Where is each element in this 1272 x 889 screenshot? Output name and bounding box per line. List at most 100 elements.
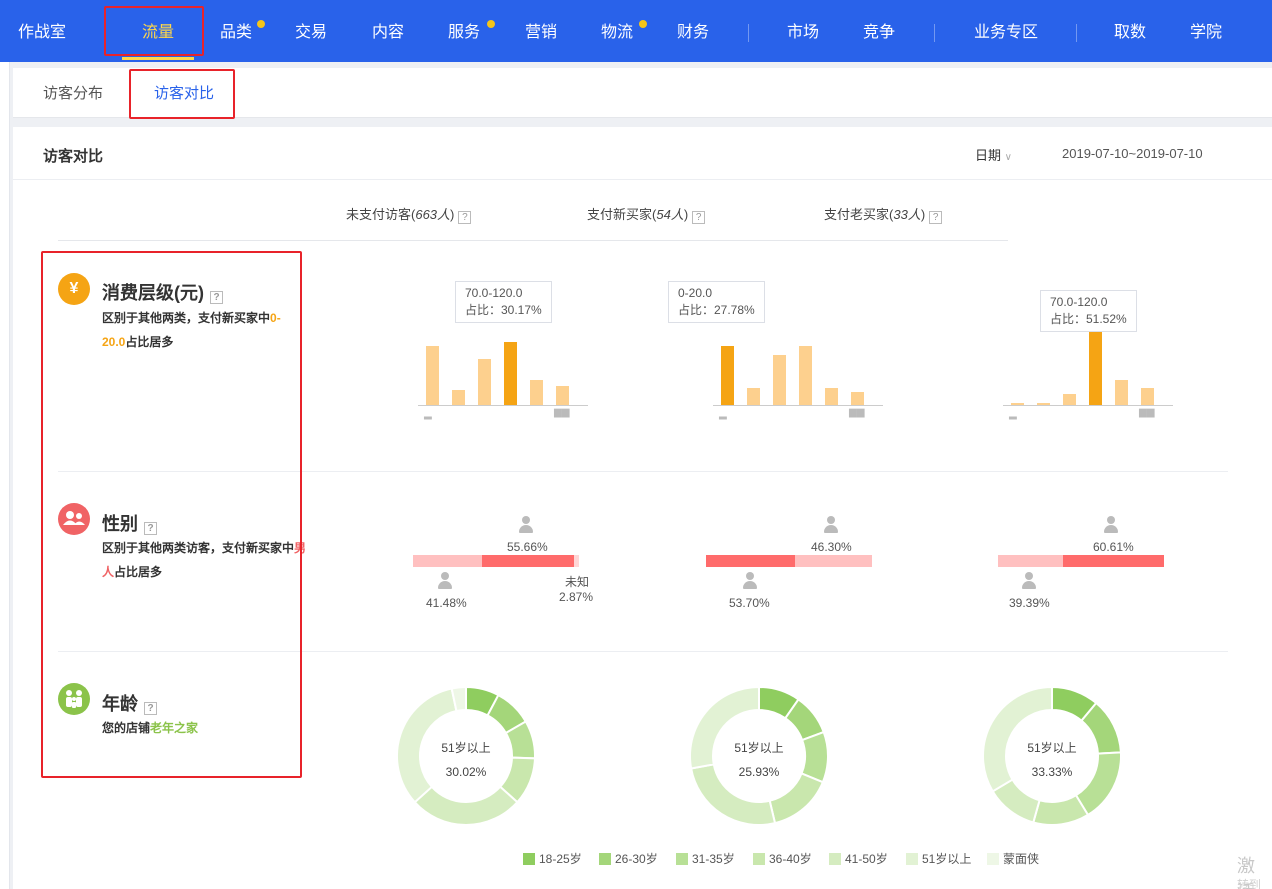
nav-item-traffic[interactable]: 流量: [128, 0, 188, 62]
legend-item[interactable]: 36-40岁: [753, 852, 812, 866]
section-desc-age: 您的店铺老年之家: [102, 716, 302, 740]
spend-bar[interactable]: [504, 342, 517, 405]
date-range: 2019-07-10~2019-07-10: [1062, 146, 1203, 161]
tooltip-range: 70.0-120.0: [465, 286, 523, 300]
spend-bar[interactable]: [478, 359, 491, 405]
spend-bar[interactable]: [1115, 380, 1128, 405]
watermark-text: 转到: [1237, 878, 1262, 889]
left-sidebar-rail: [0, 62, 10, 889]
nav-item-logistics[interactable]: 物流: [599, 0, 635, 62]
legend-item[interactable]: 41-50岁: [829, 852, 888, 866]
spend-bar[interactable]: [530, 380, 543, 405]
desc-text: 占比居多: [125, 335, 174, 349]
spend-bar[interactable]: [799, 346, 812, 405]
gender-bar-female[interactable]: [998, 555, 1064, 567]
legend-swatch: [829, 853, 841, 865]
gender-bar-male[interactable]: [1063, 555, 1164, 567]
nav-item-service[interactable]: 服务: [446, 0, 482, 62]
spend-bar[interactable]: [851, 392, 864, 405]
nav-item-content[interactable]: 内容: [370, 0, 406, 62]
family-icon: [58, 683, 90, 715]
legend-label: 41-50岁: [845, 852, 888, 866]
person-head: [746, 572, 754, 580]
spend-bar[interactable]: [825, 388, 838, 405]
person-head: [1025, 572, 1033, 580]
spend-bar[interactable]: [773, 355, 786, 405]
column-new-buyers: 支付新买家(54人)?: [587, 204, 706, 224]
spend-bar[interactable]: [426, 346, 439, 405]
nav-item-academy[interactable]: 学院: [1188, 0, 1224, 62]
section-title-text: 消费层级(元): [102, 283, 204, 303]
gender-bar-female[interactable]: [413, 555, 482, 567]
tab-visitor-compare[interactable]: 访客对比: [154, 68, 214, 118]
nav-separator: [934, 24, 935, 42]
section-desc-gender: 区别于其他两类访客，支付新买家中男人占比居多: [102, 536, 307, 584]
column-unpaid-visitors: 未支付访客(663人)?: [346, 204, 472, 224]
legend-item[interactable]: 18-25岁: [523, 852, 582, 866]
spend-bar[interactable]: [1037, 403, 1050, 405]
donut-center-category: 51岁以上: [1027, 741, 1077, 755]
desc-text: 您的店铺: [102, 721, 151, 735]
column-label: 支付老买家(: [824, 207, 894, 222]
gender-female-percent: 53.70%: [729, 596, 770, 610]
chevron-down-icon: ∨: [1004, 152, 1012, 163]
gender-unknown-label: 未知: [565, 575, 590, 589]
help-icon[interactable]: ?: [929, 211, 943, 224]
nav-item-category[interactable]: 品类: [218, 0, 254, 62]
person-icon: [742, 572, 758, 590]
help-icon[interactable]: ?: [458, 211, 472, 224]
nav-item-marketing[interactable]: 营销: [523, 0, 559, 62]
age-donut-slice[interactable]: [413, 785, 519, 826]
spend-bar[interactable]: [556, 386, 569, 405]
spend-bar[interactable]: [1141, 388, 1154, 405]
legend-label: 26-30岁: [615, 852, 658, 866]
legend-item[interactable]: 51岁以上: [906, 852, 971, 866]
legend-item[interactable]: 蒙面侠: [987, 852, 1039, 866]
column-old-buyers: 支付老买家(33人)?: [824, 204, 943, 224]
legend-item[interactable]: 26-30岁: [599, 852, 658, 866]
nav-item-war-room[interactable]: 作战室: [17, 0, 67, 62]
gender-bar-female[interactable]: [706, 555, 796, 567]
nav-item-trade[interactable]: 交易: [293, 0, 329, 62]
divider: [58, 240, 1008, 241]
nav-item-finance[interactable]: 财务: [675, 0, 711, 62]
column-label: 支付新买家(: [587, 207, 657, 222]
gender-bar-male[interactable]: [481, 555, 575, 567]
section-title-text: 年龄: [102, 694, 138, 714]
column-count: 54人: [656, 207, 684, 222]
gender-bar-unknown[interactable]: [574, 555, 579, 567]
tab-visitor-distribution[interactable]: 访客分布: [43, 68, 103, 118]
coin-icon: ▂: [1009, 409, 1017, 420]
legend-swatch: [753, 853, 765, 865]
spend-bar[interactable]: [721, 346, 734, 405]
tooltip-range: 0-20.0: [678, 286, 713, 300]
legend-swatch: [906, 853, 918, 865]
spend-bar[interactable]: [1063, 394, 1076, 405]
help-icon[interactable]: ?: [144, 522, 157, 535]
donut-center-value: 25.93%: [738, 765, 780, 779]
person-head: [522, 516, 530, 524]
new-badge-dot: [257, 20, 265, 28]
age-donut-slice[interactable]: [1032, 793, 1090, 826]
spend-bar[interactable]: [452, 390, 465, 405]
nav-item-business-zone[interactable]: 业务专区: [970, 0, 1042, 62]
person-body: [1022, 581, 1036, 589]
nav-item-market[interactable]: 市场: [785, 0, 821, 62]
date-dropdown[interactable]: 日期 ∨: [975, 145, 1012, 164]
nav-item-data-fetch[interactable]: 取数: [1112, 0, 1148, 62]
donut-center-label: 51岁以上 33.33%: [1007, 736, 1097, 784]
visitor-compare-card: 访客对比 日期 ∨ 2019-07-10~2019-07-10 未支付访客(66…: [13, 127, 1272, 889]
nav-item-competition[interactable]: 竞争: [861, 0, 897, 62]
date-label: 日期: [975, 148, 1002, 163]
gender-bar-male[interactable]: [795, 555, 872, 567]
help-icon[interactable]: ?: [144, 702, 157, 715]
people-icon: [58, 503, 90, 535]
donut-center-value: 33.33%: [1031, 765, 1073, 779]
help-icon[interactable]: ?: [692, 211, 706, 224]
help-icon[interactable]: ?: [210, 291, 223, 304]
legend-item[interactable]: 31-35岁: [676, 852, 735, 866]
spend-bar[interactable]: [747, 388, 760, 405]
desc-highlight: 老年之家: [150, 721, 199, 735]
nav-separator: [1076, 24, 1077, 42]
spend-bar[interactable]: [1011, 403, 1024, 405]
